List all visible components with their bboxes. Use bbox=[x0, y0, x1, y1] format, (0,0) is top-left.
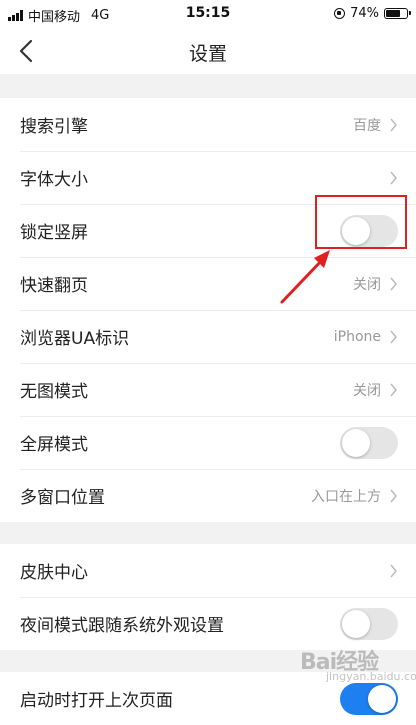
row-fullscreen-mode: 全屏模式 bbox=[0, 416, 416, 469]
row-skin-center[interactable]: 皮肤中心 bbox=[0, 544, 416, 597]
status-right: 74% bbox=[334, 6, 411, 21]
row-label: 无图模式 bbox=[20, 382, 88, 402]
page-title: 设置 bbox=[188, 43, 227, 65]
row-value: 入口在上方 bbox=[311, 488, 381, 505]
row-fast-page-turn[interactable]: 快速翻页 关闭 bbox=[0, 257, 416, 310]
chevron-right-icon bbox=[390, 118, 397, 131]
watermark: Bai经验 jingyan.baidu.com bbox=[300, 644, 416, 683]
chevron-right-icon bbox=[390, 489, 397, 502]
row-label: 夜间模式跟随系统外观设置 bbox=[20, 616, 224, 636]
chevron-right-icon bbox=[390, 383, 397, 396]
row-label: 多窗口位置 bbox=[20, 488, 105, 508]
row-label: 字体大小 bbox=[20, 170, 88, 190]
row-value: 关闭 bbox=[353, 276, 381, 293]
row-label: 快速翻页 bbox=[20, 276, 88, 296]
row-value: 百度 bbox=[353, 117, 381, 134]
settings-group-1: 搜索引擎 百度 字体大小 锁定竖屏 快速翻页 关闭 浏览器UA标识 iPhone… bbox=[0, 98, 416, 522]
row-label: 皮肤中心 bbox=[20, 563, 88, 583]
battery-percent: 74% bbox=[350, 6, 379, 21]
annotation-arrow-icon bbox=[280, 250, 330, 304]
row-label: 搜索引擎 bbox=[20, 117, 88, 137]
row-label: 启动时打开上次页面 bbox=[20, 691, 173, 711]
settings-group-2: 皮肤中心 夜间模式跟随系统外观设置 bbox=[0, 544, 416, 650]
section-gap bbox=[0, 522, 416, 544]
chevron-right-icon bbox=[390, 330, 397, 343]
fullscreen-toggle[interactable] bbox=[340, 426, 398, 459]
chevron-right-icon bbox=[390, 277, 397, 290]
annotation-highlight-box bbox=[315, 195, 407, 249]
nav-bar: 设置 bbox=[0, 28, 416, 74]
section-gap bbox=[0, 74, 416, 98]
row-value: 关闭 bbox=[353, 382, 381, 399]
status-bar: 中国移动 4G 15:15 74% bbox=[0, 0, 416, 28]
row-search-engine[interactable]: 搜索引擎 百度 bbox=[0, 98, 416, 151]
row-night-mode-follow-system: 夜间模式跟随系统外观设置 bbox=[0, 597, 416, 650]
row-value: iPhone bbox=[333, 328, 381, 345]
chevron-right-icon bbox=[390, 171, 397, 184]
row-label: 浏览器UA标识 bbox=[20, 329, 130, 349]
battery-icon bbox=[384, 8, 411, 19]
night-mode-toggle[interactable] bbox=[340, 607, 398, 640]
row-label: 全屏模式 bbox=[20, 435, 88, 455]
watermark-subtext: jingyan.baidu.com bbox=[326, 670, 416, 683]
row-no-image-mode[interactable]: 无图模式 关闭 bbox=[0, 363, 416, 416]
restore-last-page-toggle[interactable] bbox=[340, 682, 398, 715]
chevron-right-icon bbox=[390, 564, 397, 577]
row-multi-window-position[interactable]: 多窗口位置 入口在上方 bbox=[0, 469, 416, 522]
row-label: 锁定竖屏 bbox=[20, 223, 88, 243]
row-browser-ua[interactable]: 浏览器UA标识 iPhone bbox=[0, 310, 416, 363]
orientation-lock-icon bbox=[334, 8, 346, 19]
